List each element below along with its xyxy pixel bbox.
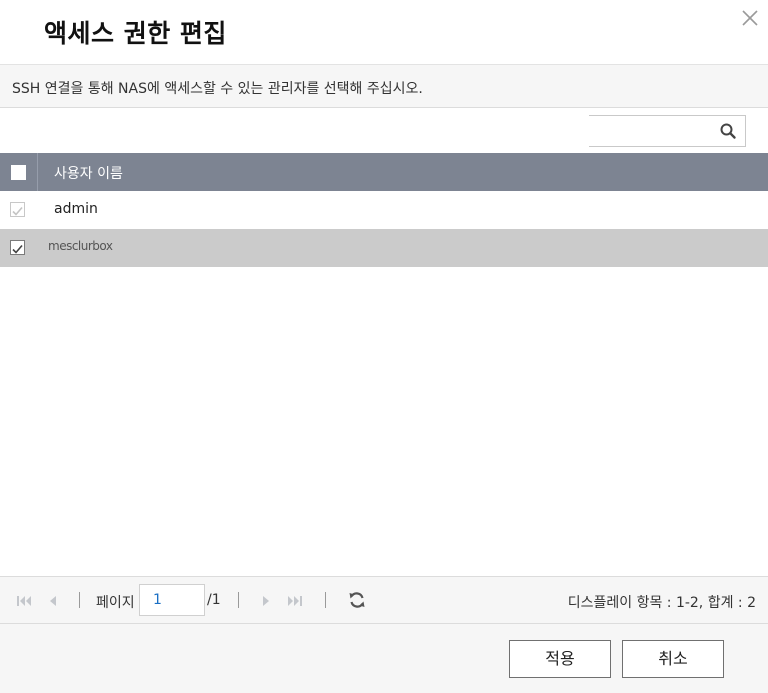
previous-page-icon[interactable] [44, 593, 60, 607]
refresh-icon[interactable] [347, 590, 367, 610]
pager-divider [79, 592, 80, 608]
last-page-icon[interactable] [287, 593, 303, 607]
next-page-icon[interactable] [259, 593, 275, 607]
select-all-checkbox[interactable] [11, 165, 26, 180]
table-row-selected[interactable]: mesclurbox [0, 229, 768, 267]
pager-divider [325, 592, 326, 608]
dialog-header: 액세스 권한 편집 [0, 0, 768, 64]
cancel-button[interactable]: 취소 [622, 640, 724, 678]
row-checkbox[interactable] [10, 240, 25, 255]
pager-divider [238, 592, 239, 608]
table-header: 사용자 이름 [0, 153, 768, 191]
table-row[interactable]: admin [0, 191, 768, 229]
page-label: 페이지 [96, 595, 135, 611]
close-icon[interactable] [738, 6, 762, 30]
first-page-icon[interactable] [16, 593, 32, 607]
username-cell: mesclurbox [48, 239, 113, 253]
dialog-footer: 적용 취소 [0, 624, 768, 693]
search-icon[interactable] [719, 122, 737, 140]
page-number-input[interactable] [139, 584, 205, 616]
description-bar: SSH 연결을 통해 NAS에 액세스할 수 있는 관리자를 선택해 주십시오. [0, 64, 768, 108]
pagination-bar: 페이지 /1 디스플레이 항목 : 1-2, 합계 : 2 [0, 576, 768, 624]
total-pages: /1 [207, 592, 221, 608]
apply-button[interactable]: 적용 [509, 640, 611, 678]
column-header-username: 사용자 이름 [54, 166, 123, 182]
dialog-description: SSH 연결을 통해 NAS에 액세스할 수 있는 관리자를 선택해 주십시오. [12, 81, 423, 97]
display-item-count: 디스플레이 항목 : 1-2, 합계 : 2 [567, 595, 756, 611]
search-box [589, 115, 746, 147]
row-checkbox-disabled [10, 202, 25, 217]
username-cell: admin [54, 201, 98, 217]
search-input[interactable] [589, 116, 714, 146]
dialog-title: 액세스 권한 편집 [44, 19, 227, 48]
select-all-cell [0, 153, 38, 191]
